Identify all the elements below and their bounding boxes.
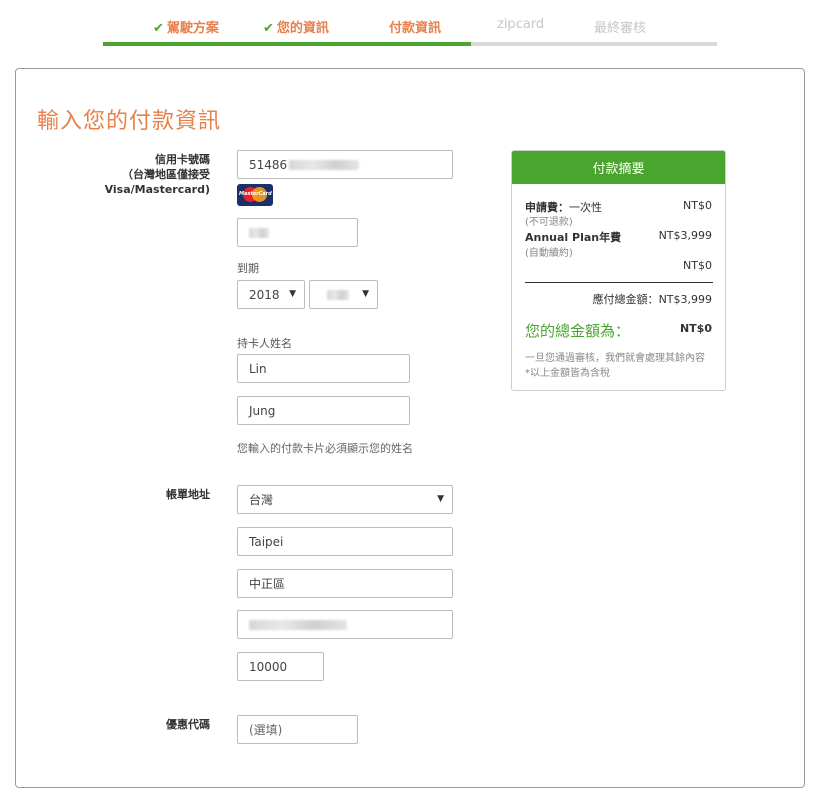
district-value: 中正區 — [249, 577, 286, 591]
plan-note: (自動續約) — [525, 248, 573, 259]
promo-code-input[interactable]: (選填) — [237, 715, 358, 744]
caret-down-icon: ▼ — [289, 289, 296, 299]
fee-type: 一次性 — [569, 201, 602, 214]
plan-label: Annual Plan年費 — [525, 231, 622, 244]
promo-code-label: 優惠代碼 — [166, 718, 210, 731]
district-input[interactable]: 中正區 — [237, 569, 453, 598]
masked-value — [249, 619, 347, 630]
card-number-input[interactable]: 51486 — [237, 150, 453, 179]
step-driving-plan[interactable]: ✔ 駕駛方案 — [153, 17, 219, 36]
card-number-label: 信用卡號碼 （台灣地區僅接受 Visa/Mastercard) — [105, 152, 210, 197]
progress-steps: ✔ 駕駛方案 ✔ 您的資訊 付款資訊 zipcard 最終審核 — [103, 0, 717, 46]
summary-note-2: *以上金額皆為含稅 — [525, 368, 610, 379]
postal-code-value: 10000 — [249, 659, 288, 674]
step-label: 付款資訊 — [389, 21, 442, 36]
summary-note-1: 一旦您通過審核，我們就會處理其餘內容 — [525, 353, 705, 364]
card-number-value: 51486 — [249, 157, 288, 172]
payable-value: NT$3,999 — [658, 293, 712, 306]
page-title: 輸入您的付款資訊 — [37, 109, 222, 134]
card-brand-text: MasterCard — [239, 191, 272, 197]
step-label: 您的資訊 — [276, 21, 329, 36]
progress-fill — [103, 42, 472, 46]
step-label: zipcard — [497, 17, 545, 32]
caret-down-icon: ▼ — [437, 494, 444, 504]
street-address-input[interactable] — [237, 610, 453, 639]
summary-divider — [525, 282, 713, 283]
expiry-label: 到期 — [237, 262, 259, 275]
step-final-review: 最終審核 — [594, 17, 646, 36]
cardholder-hint: 您輸入的付款卡片必須顯示您的姓名 — [237, 442, 413, 455]
card-label-line1: 信用卡號碼 — [155, 153, 210, 166]
check-icon: ✔ — [263, 21, 274, 36]
country-select[interactable]: 台灣 ▼ — [237, 485, 453, 514]
card-label-line3: Visa/Mastercard) — [104, 183, 210, 196]
mastercard-icon: MasterCard — [237, 184, 273, 206]
last-name-input[interactable]: Jung — [237, 396, 410, 425]
step-your-info[interactable]: ✔ 您的資訊 — [263, 17, 329, 36]
caret-down-icon: ▼ — [362, 289, 369, 299]
promo-placeholder: (選填) — [249, 723, 283, 737]
step-label: 最終審核 — [594, 21, 647, 36]
card-label-line2: （台灣地區僅接受 — [122, 168, 210, 181]
discount-value: NT$0 — [683, 259, 712, 272]
expiry-year-select[interactable]: 2018 ▼ — [237, 280, 305, 309]
city-input[interactable]: Taipei — [237, 527, 453, 556]
expiry-month-select[interactable]: ▼ — [309, 280, 378, 309]
postal-code-input[interactable]: 10000 — [237, 652, 324, 681]
masked-digits — [249, 227, 269, 238]
last-name-value: Jung — [249, 403, 276, 418]
step-label: 駕駛方案 — [166, 21, 219, 36]
billing-address-label: 帳單地址 — [166, 488, 210, 501]
step-payment-info: 付款資訊 — [389, 17, 441, 36]
country-value: 台灣 — [249, 493, 274, 507]
city-value: Taipei — [249, 534, 284, 549]
check-icon: ✔ — [153, 21, 164, 36]
summary-title: 付款摘要 — [512, 151, 725, 184]
fee-note: (不可退款) — [525, 217, 573, 228]
masked-value — [327, 289, 349, 300]
security-code-input[interactable] — [237, 218, 358, 247]
total-value: NT$0 — [679, 322, 712, 335]
cardholder-label: 持卡人姓名 — [237, 337, 292, 350]
total-label: 您的總金額為： — [525, 322, 631, 340]
step-zipcard: zipcard — [497, 17, 544, 32]
masked-digits — [289, 159, 360, 170]
payment-summary: 付款摘要 申請費：一次性 (不可退款) NT$0 Annual Plan年費 (… — [511, 150, 726, 391]
payable-label: 應付總金額： — [592, 293, 659, 306]
expiry-year-value: 2018 — [249, 287, 280, 302]
plan-value: NT$3,999 — [658, 229, 712, 242]
payable-total: 應付總金額：NT$3,999 — [593, 291, 712, 307]
first-name-value: Lin — [249, 361, 267, 376]
first-name-input[interactable]: Lin — [237, 354, 410, 383]
fee-value: NT$0 — [683, 199, 712, 212]
